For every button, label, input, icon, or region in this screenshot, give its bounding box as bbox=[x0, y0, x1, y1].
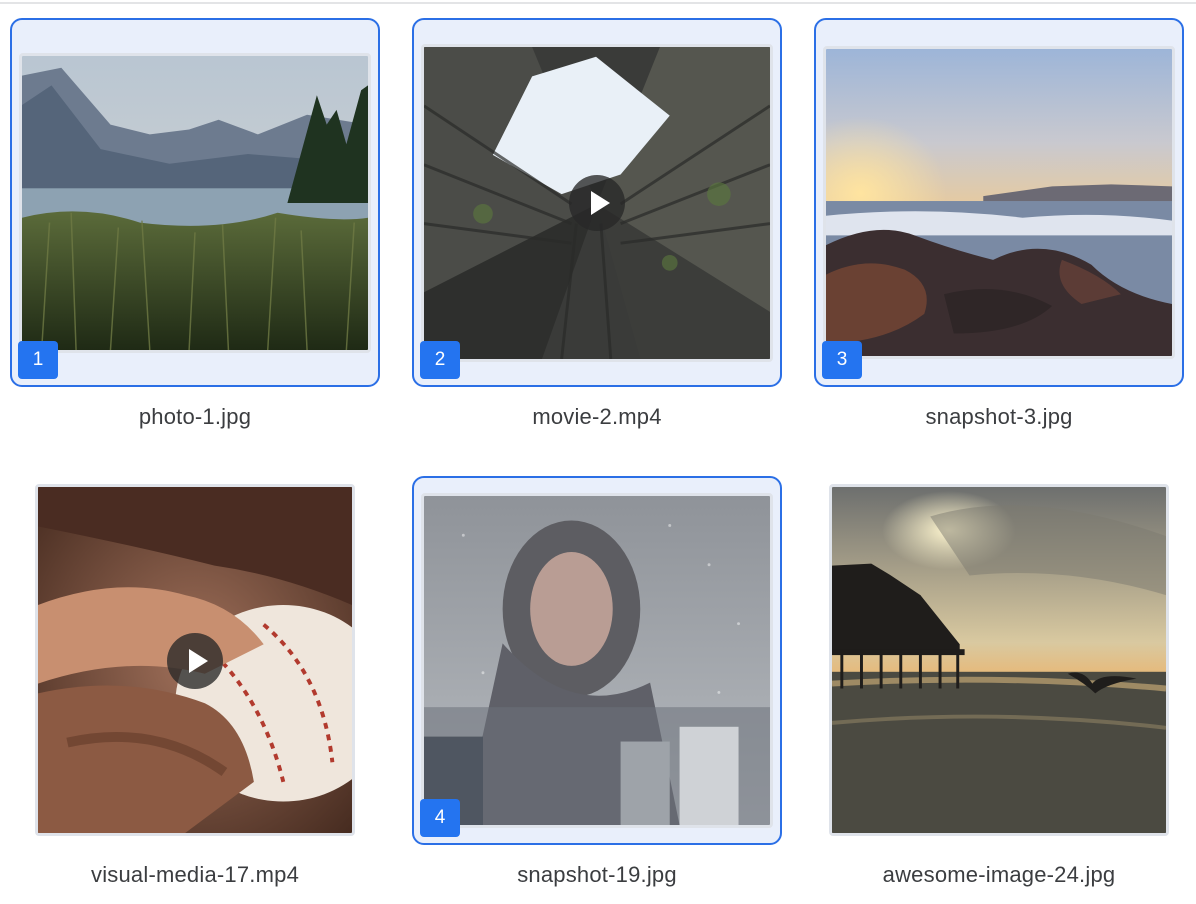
selection-index-badge: 1 bbox=[18, 341, 58, 379]
pier-sunset-image bbox=[832, 487, 1166, 833]
thumbnail-image[interactable] bbox=[829, 484, 1169, 836]
thumbnail-image[interactable] bbox=[19, 53, 371, 353]
selection-index-badge: 2 bbox=[420, 341, 460, 379]
top-divider bbox=[0, 2, 1196, 4]
rocky-shore-image bbox=[826, 49, 1172, 356]
play-icon[interactable] bbox=[569, 175, 625, 231]
file-name-label: photo-1.jpg bbox=[138, 404, 252, 429]
file-name-label: snapshot-3.jpg bbox=[925, 404, 1073, 429]
rainy-window-portrait-image bbox=[424, 496, 770, 825]
thumbnail-image[interactable] bbox=[823, 46, 1175, 359]
file-name-label: snapshot-19.jpg bbox=[517, 862, 677, 887]
file-name-label: movie-2.mp4 bbox=[532, 404, 662, 429]
file-name-label: awesome-image-24.jpg bbox=[882, 862, 1116, 887]
file-name-label: visual-media-17.mp4 bbox=[91, 862, 299, 887]
selection-index-badge: 4 bbox=[420, 799, 460, 837]
selection-index-badge: 3 bbox=[822, 341, 862, 379]
play-icon[interactable] bbox=[167, 633, 223, 689]
lake-mountains-image bbox=[22, 56, 368, 350]
thumbnail-image[interactable] bbox=[421, 493, 773, 828]
